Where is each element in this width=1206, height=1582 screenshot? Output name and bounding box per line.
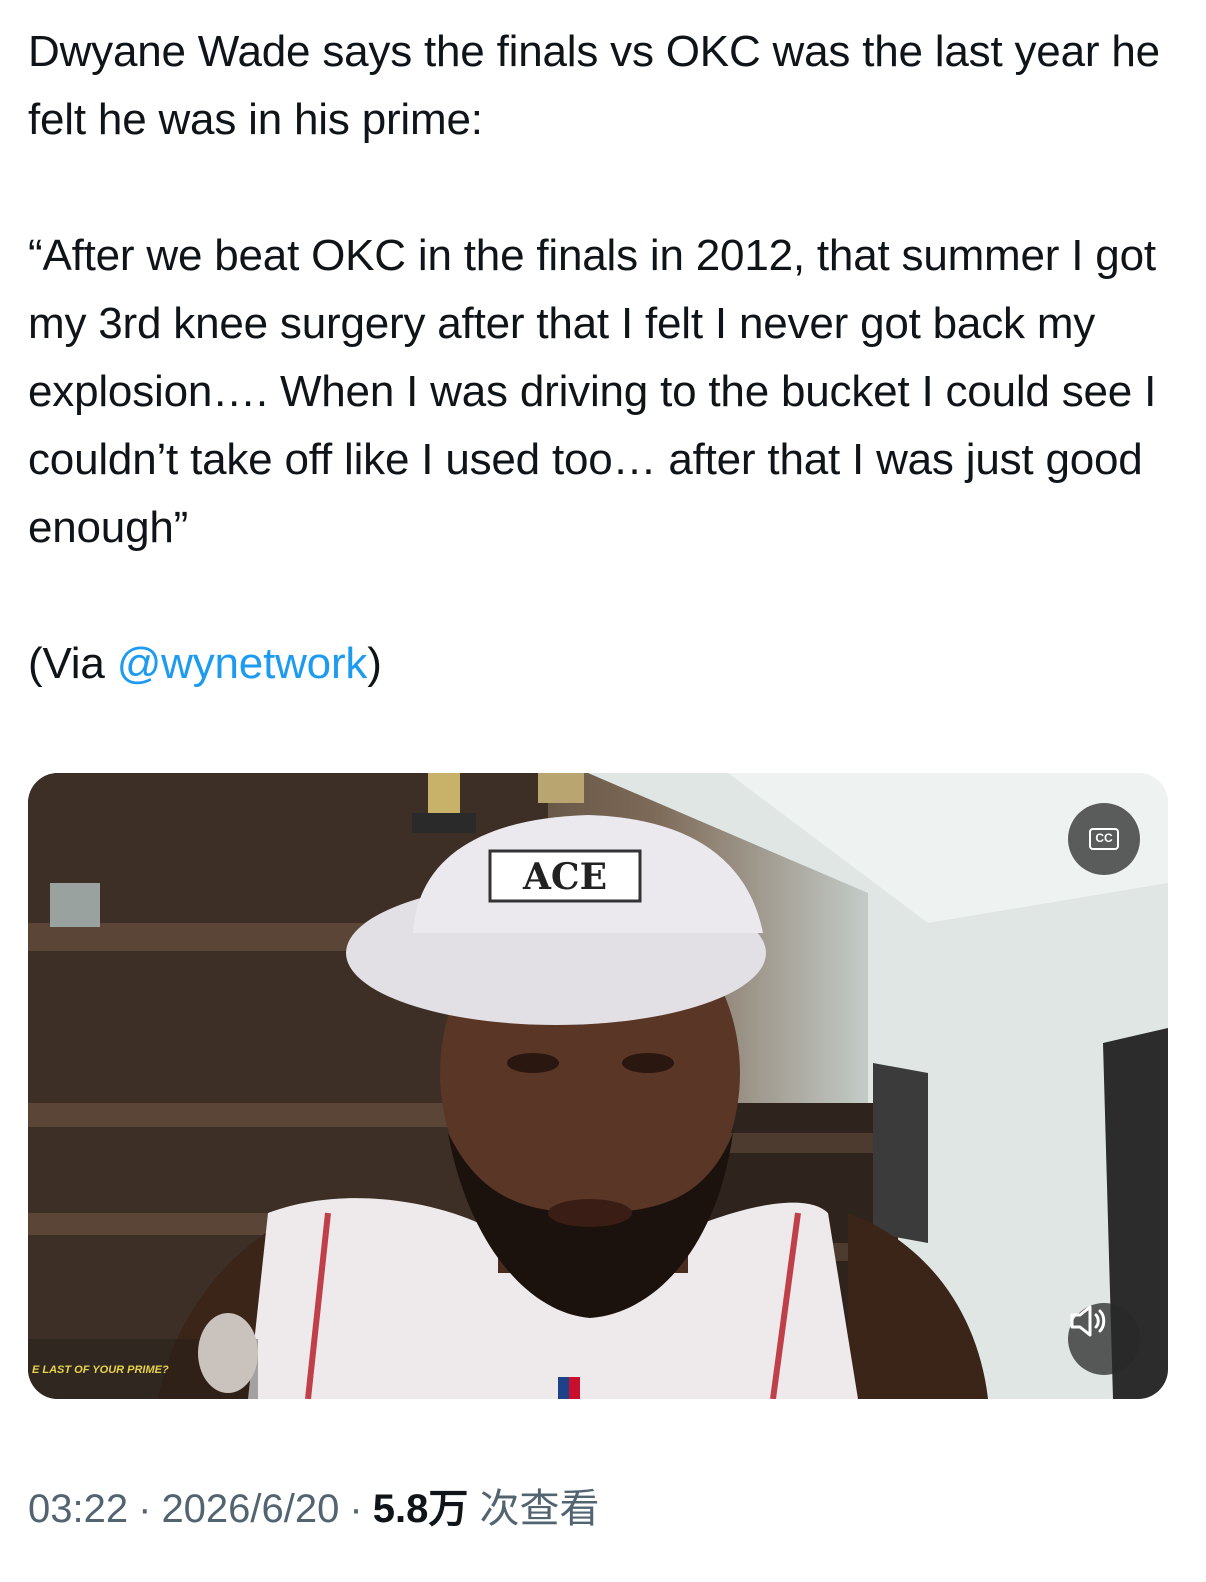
cap-logo-text: ACE bbox=[522, 856, 607, 898]
tweet-via: (Via @wynetwork) bbox=[28, 630, 1178, 698]
volume-button[interactable] bbox=[1068, 1303, 1140, 1375]
tweet: Dwyane Wade says the finals vs OKC was t… bbox=[0, 0, 1206, 1582]
video-frame: ACE E LAST OF YOUR PRIME? bbox=[28, 773, 1168, 1399]
closed-captions-icon: CC bbox=[1089, 828, 1119, 850]
tweet-text: Dwyane Wade says the finals vs OKC was t… bbox=[28, 18, 1178, 698]
mention-link[interactable]: @wynetwork bbox=[117, 639, 368, 688]
tweet-headline: Dwyane Wade says the finals vs OKC was t… bbox=[28, 27, 1160, 144]
thumb-caption: E LAST OF YOUR PRIME? bbox=[32, 1364, 169, 1376]
tweet-date[interactable]: 2026/6/20 bbox=[161, 1487, 339, 1531]
separator: · bbox=[349, 1487, 363, 1531]
tweet-time[interactable]: 03:22 bbox=[28, 1487, 128, 1531]
via-prefix: (Via bbox=[28, 639, 117, 688]
tweet-quote: “After we beat OKC in the finals in 2012… bbox=[28, 231, 1157, 552]
separator: · bbox=[138, 1487, 152, 1531]
video-player[interactable]: ACE E LAST OF YOUR PRIME? CC bbox=[28, 773, 1168, 1399]
tweet-meta: 03:22 · 2026/6/20 · 5.8万 次查看 bbox=[28, 1476, 599, 1534]
view-count: 5.8万 bbox=[372, 1487, 469, 1531]
speaker-icon bbox=[1070, 1305, 1106, 1337]
captions-button[interactable]: CC bbox=[1068, 803, 1140, 875]
view-label: 次查看 bbox=[479, 1487, 600, 1531]
via-suffix: ) bbox=[367, 639, 382, 688]
